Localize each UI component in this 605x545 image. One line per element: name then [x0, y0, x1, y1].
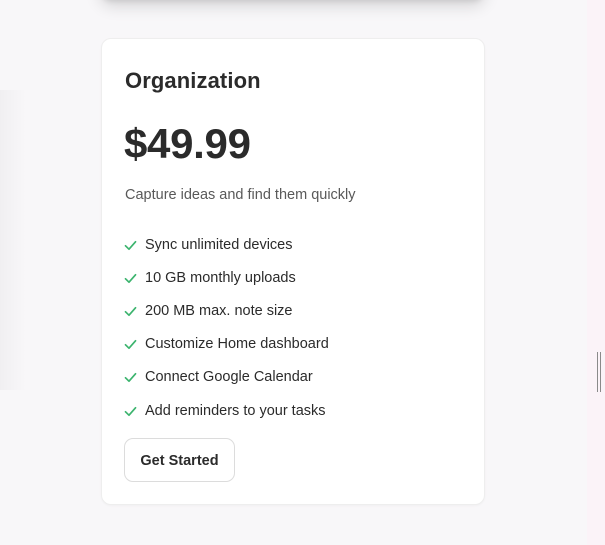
feature-label: Connect Google Calendar — [145, 369, 313, 386]
plan-price: $49.99 — [124, 120, 251, 167]
check-icon — [124, 273, 137, 283]
check-icon — [124, 240, 137, 250]
feature-item: Add reminders to your tasks — [124, 394, 329, 427]
plan-name: Organization — [125, 68, 261, 93]
get-started-button[interactable]: Get Started — [124, 438, 235, 482]
check-icon — [124, 340, 137, 350]
check-icon — [124, 306, 137, 317]
feature-label: Customize Home dashboard — [145, 336, 329, 353]
feature-list: Sync unlimited devices 10 GB monthly upl… — [124, 228, 329, 427]
feature-item: Connect Google Calendar — [124, 361, 329, 394]
feature-item: 200 MB max. note size — [124, 294, 329, 327]
feature-label: Sync unlimited devices — [145, 236, 293, 253]
plan-description: Capture ideas and find them quickly — [125, 187, 356, 203]
scrollbar-track[interactable] — [587, 0, 605, 545]
pricing-card: Organization $49.99 Capture ideas and fi… — [101, 38, 485, 505]
feature-label: 10 GB monthly uploads — [145, 269, 296, 286]
check-icon — [124, 406, 137, 416]
feature-label: 200 MB max. note size — [145, 302, 293, 319]
check-icon — [124, 373, 137, 383]
feature-item: 10 GB monthly uploads — [124, 261, 329, 294]
feature-label: Add reminders to your tasks — [145, 402, 326, 419]
feature-item: Customize Home dashboard — [124, 328, 329, 361]
feature-item: Sync unlimited devices — [124, 228, 329, 261]
background-fade — [0, 90, 26, 390]
resize-handle[interactable] — [597, 352, 601, 392]
